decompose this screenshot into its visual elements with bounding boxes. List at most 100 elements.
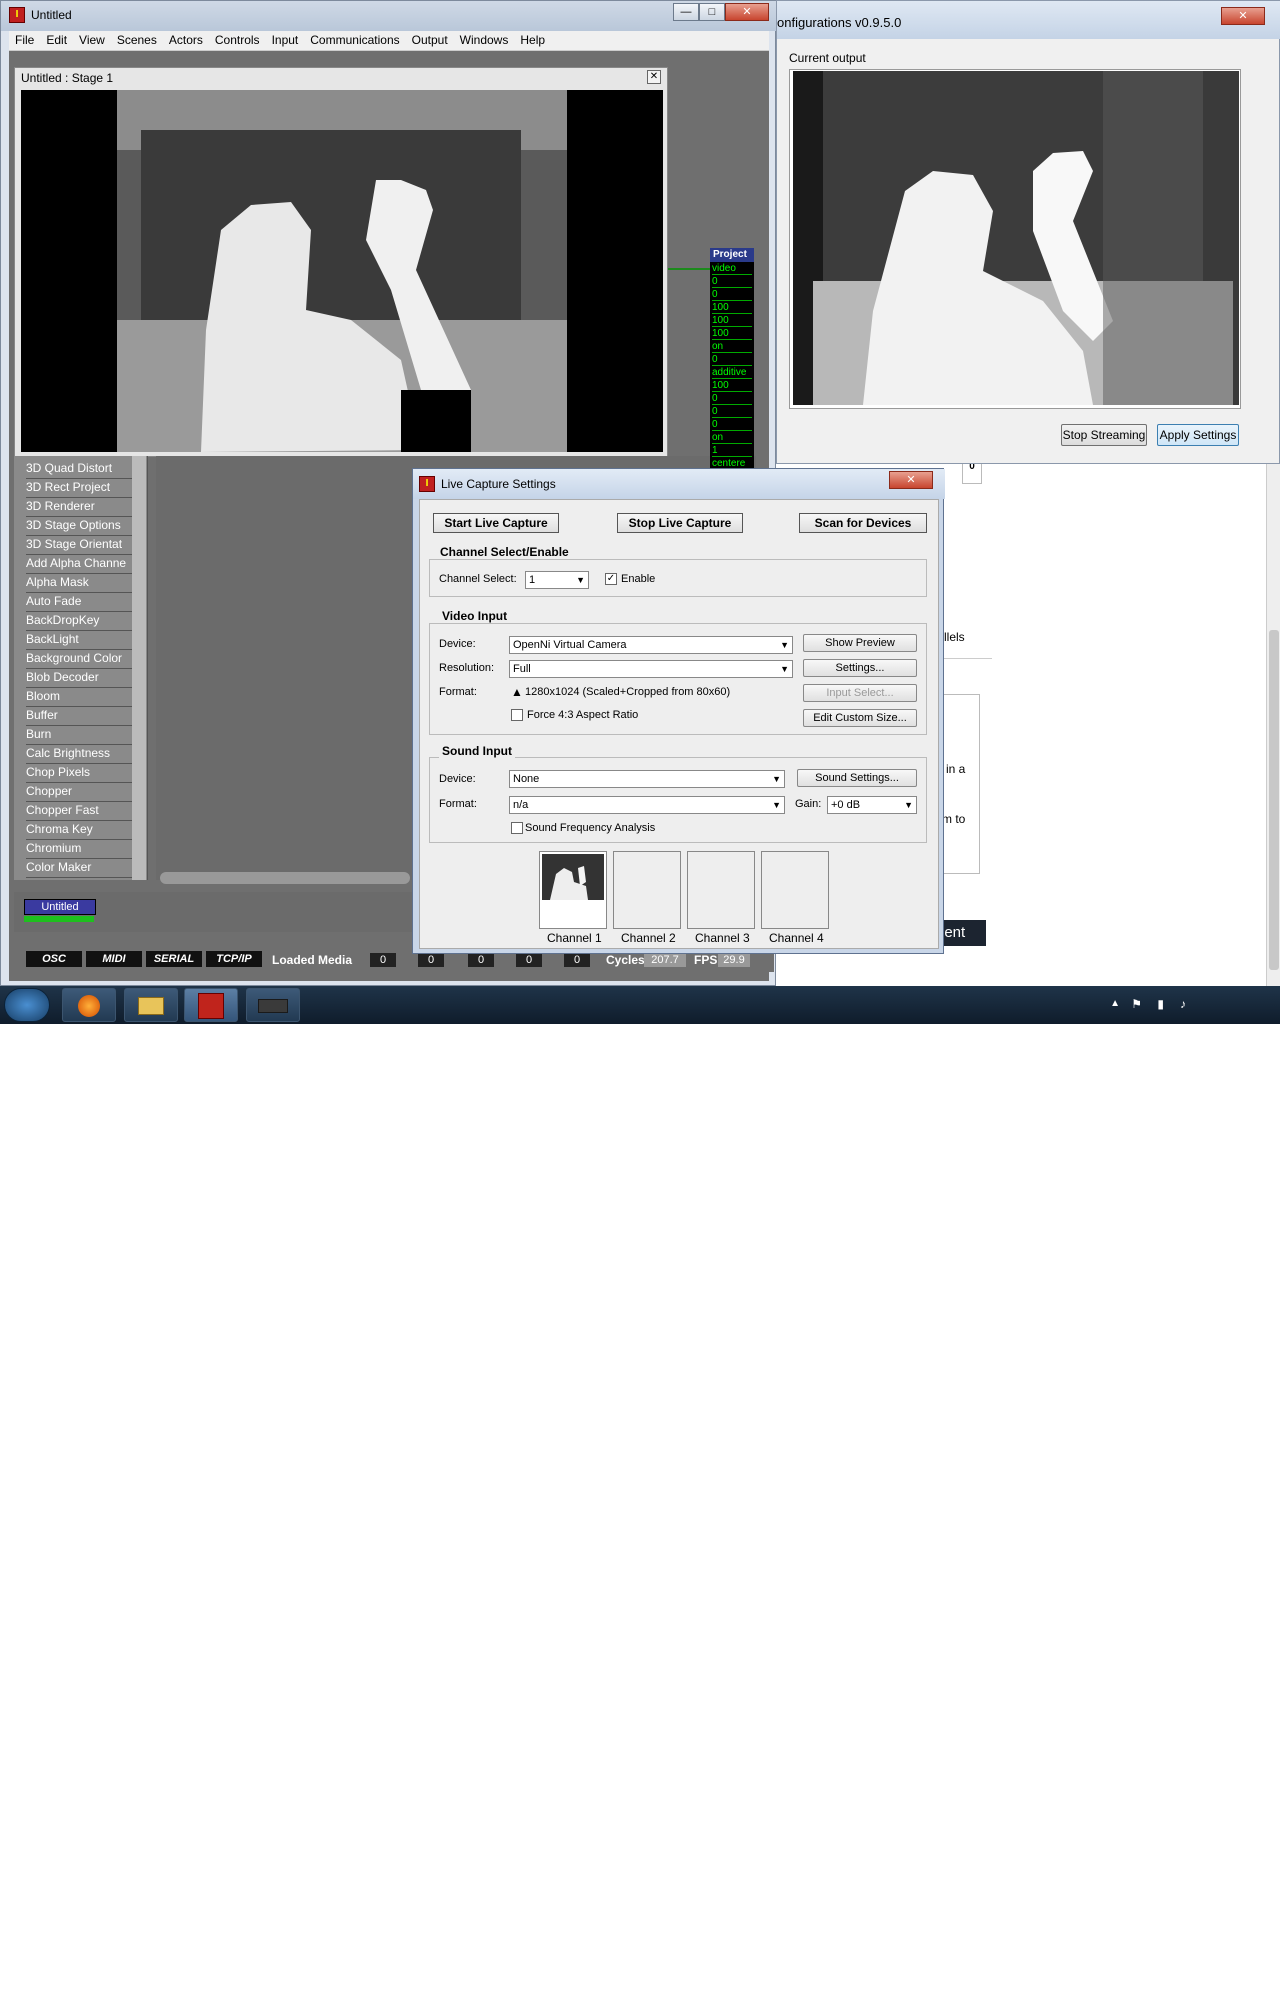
actor-list-scrollbar[interactable] xyxy=(132,456,146,880)
actor-item[interactable]: 3D Rect Project xyxy=(26,479,142,498)
action-center-icon[interactable]: ⚑ xyxy=(1131,997,1142,1011)
stage-close-icon[interactable]: ✕ xyxy=(647,70,661,84)
enable-checkbox[interactable]: ✓ xyxy=(605,573,617,585)
isadora-taskbar-icon[interactable] xyxy=(184,988,238,1022)
tcpip-button[interactable]: TCP/IP xyxy=(206,951,262,967)
projector-value[interactable]: 0 xyxy=(712,393,752,405)
actor-item[interactable]: Burn xyxy=(26,726,142,745)
sound-format-dropdown[interactable]: n/a ▼ xyxy=(509,796,785,814)
actor-item[interactable]: 3D Quad Distort xyxy=(26,460,142,479)
stop-live-capture-button[interactable]: Stop Live Capture xyxy=(617,513,743,533)
menu-communications[interactable]: Communications xyxy=(304,31,405,49)
actor-item[interactable]: Chopper Fast xyxy=(26,802,142,821)
chevron-down-icon: ▼ xyxy=(772,800,781,810)
projector-value[interactable]: 1 xyxy=(712,445,752,457)
edit-custom-size-button[interactable]: Edit Custom Size... xyxy=(803,709,917,727)
sound-device-dropdown[interactable]: None ▼ xyxy=(509,770,785,788)
menu-controls[interactable]: Controls xyxy=(209,31,266,49)
dialog-titlebar[interactable]: I Live Capture Settings ✕ xyxy=(413,469,945,499)
show-preview-button[interactable]: Show Preview xyxy=(803,634,917,652)
explorer-taskbar-icon[interactable] xyxy=(124,988,178,1022)
actor-item[interactable]: BackDropKey xyxy=(26,612,142,631)
menu-scenes[interactable]: Scenes xyxy=(111,31,163,49)
minimize-button[interactable]: — xyxy=(673,3,699,21)
sound-frequency-checkbox[interactable] xyxy=(511,822,523,834)
channel-2-thumbnail[interactable] xyxy=(613,851,681,929)
firefox-taskbar-icon[interactable] xyxy=(62,988,116,1022)
channel-select-dropdown[interactable]: 1 ▼ xyxy=(525,571,589,589)
start-live-capture-button[interactable]: Start Live Capture xyxy=(433,513,559,533)
actor-item[interactable]: Chromium xyxy=(26,840,142,859)
actor-item[interactable]: 3D Renderer xyxy=(26,498,142,517)
openni-taskbar-icon[interactable] xyxy=(246,988,300,1022)
network-icon[interactable]: ▮ xyxy=(1157,997,1164,1011)
config-titlebar[interactable]: onfigurations v0.9.5.0 ✕ xyxy=(777,1,1280,39)
projector-value[interactable]: 100 xyxy=(712,315,752,327)
show-hidden-icons-icon[interactable]: ▲ xyxy=(1110,998,1120,1009)
projector-value[interactable]: additive xyxy=(712,367,752,379)
channel-3-thumbnail[interactable] xyxy=(687,851,755,929)
system-clock[interactable]: 7:44 PM 8/26/2014 xyxy=(1203,1977,1256,2007)
force-aspect-checkbox[interactable] xyxy=(511,709,523,721)
stop-streaming-button[interactable]: Stop Streaming xyxy=(1061,424,1147,446)
projector-value[interactable]: 100 xyxy=(712,328,752,340)
gain-dropdown[interactable]: +0 dB ▼ xyxy=(827,796,917,814)
channel-4-thumbnail[interactable] xyxy=(761,851,829,929)
config-close-button[interactable]: ✕ xyxy=(1221,7,1265,25)
actor-item[interactable]: Calc Brightness xyxy=(26,745,142,764)
projector-value[interactable]: video xyxy=(712,263,752,275)
close-button[interactable]: ✕ xyxy=(725,3,769,21)
actor-item[interactable]: Bloom xyxy=(26,688,142,707)
projector-value[interactable]: 100 xyxy=(712,302,752,314)
actor-item[interactable]: Alpha Mask xyxy=(26,574,142,593)
osc-button[interactable]: OSC xyxy=(26,951,82,967)
menu-view[interactable]: View xyxy=(73,31,111,49)
actor-item[interactable]: 3D Stage Orientat xyxy=(26,536,142,555)
actor-item[interactable]: 3D Stage Options xyxy=(26,517,142,536)
actor-item[interactable]: Chopper xyxy=(26,783,142,802)
apply-settings-button[interactable]: Apply Settings xyxy=(1157,424,1239,446)
sound-settings-button[interactable]: Sound Settings... xyxy=(797,769,917,787)
input-select-button[interactable]: Input Select... xyxy=(803,684,917,702)
start-button[interactable] xyxy=(4,988,50,1022)
actor-item[interactable]: Chop Pixels xyxy=(26,764,142,783)
projector-value[interactable]: on xyxy=(712,432,752,444)
midi-button[interactable]: MIDI xyxy=(86,951,142,967)
projector-actor[interactable]: Project video 0 0 100 100 100 on 0 addit… xyxy=(710,248,754,470)
scrollbar-thumb[interactable] xyxy=(1269,630,1279,970)
video-device-dropdown[interactable]: OpenNi Virtual Camera ▼ xyxy=(509,636,793,654)
actor-item[interactable]: Auto Fade xyxy=(26,593,142,612)
menu-help[interactable]: Help xyxy=(514,31,551,49)
actor-item[interactable]: Add Alpha Channe xyxy=(26,555,142,574)
projector-value[interactable]: 0 xyxy=(712,289,752,301)
actor-item[interactable]: Chroma Key xyxy=(26,821,142,840)
maximize-button[interactable]: □ xyxy=(699,3,725,21)
menu-output[interactable]: Output xyxy=(406,31,454,49)
projector-value[interactable]: 0 xyxy=(712,406,752,418)
actor-item[interactable]: BackLight xyxy=(26,631,142,650)
scene-button[interactable]: Untitled xyxy=(24,899,96,915)
projector-value[interactable]: 0 xyxy=(712,419,752,431)
projector-value[interactable]: 100 xyxy=(712,380,752,392)
menu-windows[interactable]: Windows xyxy=(454,31,515,49)
actor-item[interactable]: Blob Decoder xyxy=(26,669,142,688)
scan-devices-button[interactable]: Scan for Devices xyxy=(799,513,927,533)
resolution-dropdown[interactable]: Full ▼ xyxy=(509,660,793,678)
menu-edit[interactable]: Edit xyxy=(40,31,73,49)
serial-button[interactable]: SERIAL xyxy=(146,951,202,967)
isadora-titlebar[interactable]: I Untitled — □ ✕ xyxy=(1,1,777,31)
projector-value[interactable]: on xyxy=(712,341,752,353)
actor-item[interactable]: Buffer xyxy=(26,707,142,726)
menu-file[interactable]: File xyxy=(9,31,40,49)
menu-input[interactable]: Input xyxy=(266,31,305,49)
projector-value[interactable]: 0 xyxy=(712,354,752,366)
actor-item[interactable]: Background Color xyxy=(26,650,142,669)
menu-actors[interactable]: Actors xyxy=(163,31,209,49)
dialog-close-button[interactable]: ✕ xyxy=(889,471,933,489)
patch-horizontal-scrollbar[interactable] xyxy=(160,872,410,884)
actor-item[interactable]: Color Maker xyxy=(26,859,142,878)
settings-button[interactable]: Settings... xyxy=(803,659,917,677)
volume-icon[interactable]: ♪ xyxy=(1180,997,1186,1011)
channel-1-thumbnail[interactable] xyxy=(539,851,607,929)
projector-value[interactable]: 0 xyxy=(712,276,752,288)
